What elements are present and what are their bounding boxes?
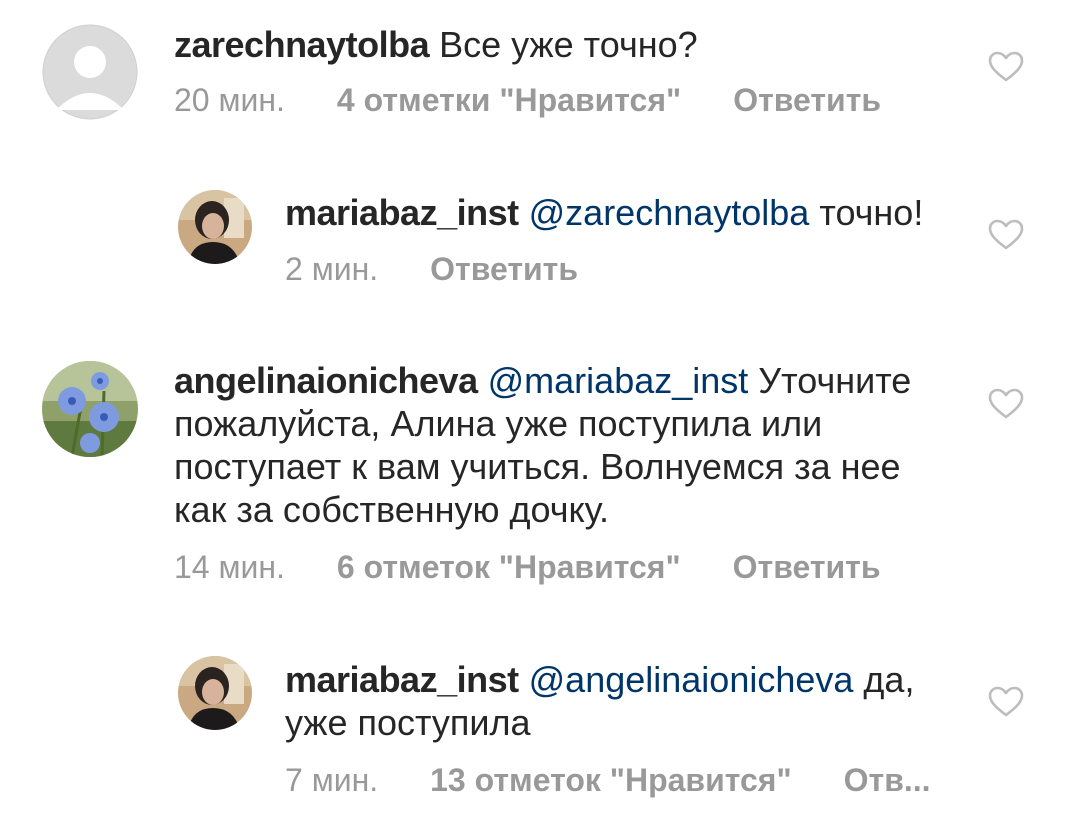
comment-meta: 14 мин. 6 отметок "Нравится" Ответить <box>174 549 881 586</box>
comment-mention[interactable]: @angelinaionicheva <box>529 659 854 700</box>
comment-text: точно! <box>819 192 924 233</box>
flower-photo-icon <box>42 361 138 457</box>
comment-body: mariabaz_inst @angelinaionicheva да, уже… <box>285 658 925 744</box>
reply-button[interactable]: Отв... <box>844 762 931 799</box>
comment-likes[interactable]: 4 отметки "Нравится" <box>337 82 681 119</box>
comment-meta: 7 мин. 13 отметок "Нравится" Отв... <box>285 762 931 799</box>
comment-time: 7 мин. <box>285 762 379 798</box>
comment-username[interactable]: mariabaz_inst <box>285 192 519 233</box>
comment-mention[interactable]: @zarechnaytolba <box>529 192 810 233</box>
profile-photo-icon <box>178 190 252 264</box>
comment-username[interactable]: angelinaionicheva <box>174 360 478 401</box>
comment-username[interactable]: zarechnaytolba <box>174 24 430 65</box>
comment-text: Все уже точно? <box>439 24 698 65</box>
default-avatar-icon <box>42 24 138 120</box>
reply-button[interactable]: Ответить <box>733 82 881 119</box>
avatar[interactable] <box>178 190 252 264</box>
comment-body: mariabaz_inst @zarechnaytolba точно! <box>285 191 950 234</box>
comment-time: 14 мин. <box>174 549 285 585</box>
comment-likes[interactable]: 13 отметок "Нравится" <box>430 762 792 799</box>
heart-outline-icon[interactable] <box>988 686 1024 718</box>
comment-mention[interactable]: @mariabaz_inst <box>488 360 749 401</box>
avatar[interactable] <box>178 656 252 730</box>
comment-body: angelinaionicheva @mariabaz_inst Уточнит… <box>174 359 950 531</box>
avatar[interactable] <box>42 24 138 120</box>
heart-outline-icon[interactable] <box>988 219 1024 251</box>
comment-time: 2 мин. <box>285 251 379 287</box>
comments-feed: zarechnaytolba Все уже точно? 20 мин. 4 о… <box>0 0 1080 833</box>
heart-outline-icon[interactable] <box>988 51 1024 83</box>
heart-outline-icon[interactable] <box>988 388 1024 420</box>
comment-meta: 20 мин. 4 отметки "Нравится" Ответить <box>174 82 881 119</box>
reply-button[interactable]: Ответить <box>430 251 578 288</box>
profile-photo-icon <box>178 656 252 730</box>
comment-meta: 2 мин. Ответить <box>285 251 578 288</box>
comment-likes[interactable]: 6 отметок "Нравится" <box>337 549 681 586</box>
comment-time: 20 мин. <box>174 82 285 118</box>
avatar[interactable] <box>42 361 138 457</box>
reply-button[interactable]: Ответить <box>733 549 881 586</box>
comment-username[interactable]: mariabaz_inst <box>285 659 519 700</box>
comment-body: zarechnaytolba Все уже точно? <box>174 23 950 66</box>
